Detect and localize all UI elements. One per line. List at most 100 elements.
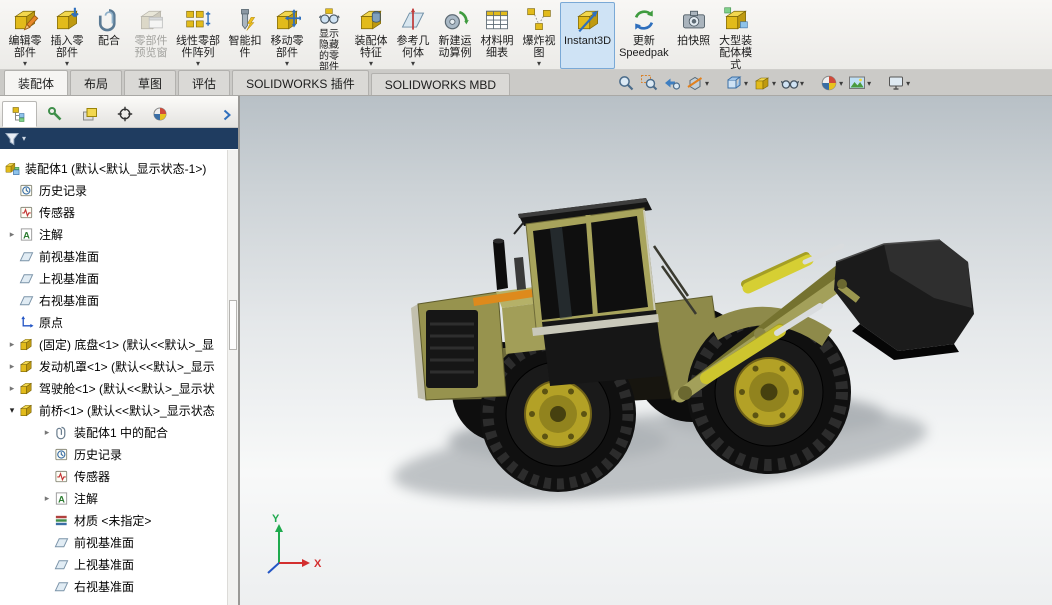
tree-item-history[interactable]: 历史记录: [0, 443, 238, 465]
sensors-icon: [54, 469, 69, 484]
tree-item-history[interactable]: 历史记录: [0, 179, 238, 201]
tab-displaymanager[interactable]: [142, 101, 177, 127]
expander-icon[interactable]: ▸: [5, 229, 19, 240]
tree-item-mates-in-assembly1[interactable]: ▸ 装配体1 中的配合: [0, 421, 238, 443]
new-motion-study-button[interactable]: 新建运 动算例: [434, 2, 476, 69]
tree-item-sensors[interactable]: 传感器: [0, 465, 238, 487]
expander-icon[interactable]: ▸: [40, 427, 54, 438]
triad-y-label: Y: [272, 513, 280, 525]
insert-components-button[interactable]: 插入零 部件 ▾: [46, 2, 88, 69]
tree-item-top-plane[interactable]: 上视基准面: [0, 553, 238, 575]
dropdown-caret-icon: ▾: [64, 59, 69, 68]
graphics-area[interactable]: Y X: [240, 96, 1052, 605]
tab-solidworks-mbd[interactable]: SOLIDWORKS MBD: [370, 73, 511, 95]
large-assembly-mode-button[interactable]: 大型装 配体模 式: [715, 2, 757, 71]
tree-item-component-front-axle[interactable]: ▾ 前桥<1> (默认<<默认>_显示状态: [0, 399, 238, 421]
history-icon: [54, 447, 69, 462]
dimxpertmanager-icon: [117, 106, 133, 122]
move-component-button[interactable]: 移动零 部件 ▾: [266, 2, 308, 69]
tree-item-material[interactable]: 材质 <未指定>: [0, 509, 238, 531]
view-settings-icon: [887, 74, 905, 92]
expander-icon[interactable]: ▸: [5, 339, 19, 350]
panel-scrollbar[interactable]: [227, 150, 238, 605]
section-view-button[interactable]: ▾: [685, 73, 710, 93]
configurationmanager-icon: [82, 106, 98, 122]
component-preview-window-button[interactable]: 零部件 预览窗: [130, 2, 172, 69]
apply-scene-button[interactable]: ▾: [847, 73, 872, 93]
hide-show-items-icon: [781, 74, 799, 92]
component-icon: [19, 337, 34, 352]
update-speedpak-button[interactable]: 更新 Speedpak: [615, 2, 673, 69]
bill-of-materials-icon: [483, 6, 511, 34]
bill-of-materials-button[interactable]: 材料明 细表: [476, 2, 518, 69]
assembly-features-button[interactable]: 装配体 特征 ▾: [350, 2, 392, 69]
tree-item-right-plane[interactable]: 右视基准面: [0, 289, 238, 311]
tree-item-front-plane[interactable]: 前视基准面: [0, 245, 238, 267]
bucket: [834, 239, 974, 360]
tree-item-assembly1[interactable]: 装配体1 (默认<默认_显示状态-1>): [0, 157, 238, 179]
tab-configurationmanager[interactable]: [72, 101, 107, 127]
mirror: [513, 221, 525, 235]
show-hidden-components-button[interactable]: 显示 隐藏 的零 部件: [308, 2, 350, 73]
tab-solidworks-addins[interactable]: SOLIDWORKS 插件: [232, 70, 369, 95]
instant3d-button[interactable]: Instant3D: [560, 2, 616, 69]
tree-filter-bar[interactable]: ▾: [0, 128, 238, 149]
reference-geometry-button[interactable]: 参考几 何体 ▾: [392, 2, 434, 69]
edit-appearance-button[interactable]: ▾: [819, 73, 844, 93]
zoom-to-area-button[interactable]: [639, 73, 659, 93]
dropdown-caret-icon: ▾: [536, 59, 541, 68]
smart-fasteners-button[interactable]: 智能扣 件: [224, 2, 266, 69]
zoom-to-fit-button[interactable]: [616, 73, 636, 93]
large-assembly-mode-icon: [722, 6, 750, 34]
tree-item-annotations[interactable]: ▸ 注解: [0, 223, 238, 245]
tab-featuremanager-tree[interactable]: [2, 101, 37, 127]
chevron-right-icon: [220, 108, 234, 122]
edit-appearance-icon: [820, 74, 838, 92]
tab-propertymanager[interactable]: [37, 101, 72, 127]
exploded-view-button[interactable]: 爆炸视 图 ▾: [518, 2, 560, 69]
expander-icon[interactable]: ▸: [5, 383, 19, 394]
expander-icon[interactable]: ▸: [40, 493, 54, 504]
tab-assembly[interactable]: 装配体: [4, 70, 69, 95]
linear-component-pattern-icon: [184, 6, 212, 34]
previous-view-button[interactable]: [662, 73, 682, 93]
take-snapshot-button[interactable]: 拍快照: [673, 2, 715, 69]
tree-item-origin[interactable]: 原点: [0, 311, 238, 333]
tree-item-component-cab[interactable]: ▸ 驾驶舱<1> (默认<<默认>_显示状: [0, 377, 238, 399]
exhaust-pipe: [493, 240, 508, 290]
smart-fasteners-icon: [231, 6, 259, 34]
tab-evaluate[interactable]: 评估: [178, 70, 231, 95]
tab-sketch[interactable]: 草图: [124, 70, 177, 95]
mates-icon: [54, 425, 69, 440]
display-style-button[interactable]: ▾: [752, 73, 777, 93]
tree-item-sensors[interactable]: 传感器: [0, 201, 238, 223]
featuremanager-panel: ▾ 装配体1 (默认<默认_显示状态-1>) 历史记录 传感器 ▸ 注解 前视基…: [0, 96, 238, 605]
plane-icon: [19, 293, 34, 308]
mate-button[interactable]: 配合: [88, 2, 130, 69]
linear-component-pattern-button[interactable]: 线性零部 件阵列 ▾: [172, 2, 224, 69]
tree-item-annotations[interactable]: ▸ 注解: [0, 487, 238, 509]
tree-item-right-plane[interactable]: 右视基准面: [0, 575, 238, 597]
panel-scrollbar-thumb[interactable]: [229, 300, 237, 351]
tree-item-front-plane[interactable]: 前视基准面: [0, 531, 238, 553]
command-manager-toolbar: 编辑零 部件 ▾ 插入零 部件 ▾ 配合 零部件 预览窗 线性零部 件阵列 ▾ …: [0, 0, 1052, 73]
annotations-icon: [19, 227, 34, 242]
expander-icon[interactable]: ▾: [5, 405, 19, 416]
dropdown-caret-icon: ▾: [22, 134, 27, 143]
hide-show-items-button[interactable]: ▾: [780, 73, 805, 93]
tree-item-component-chassis[interactable]: ▸ (固定) 底盘<1> (默认<<默认>_显: [0, 333, 238, 355]
dropdown-caret-icon: ▾: [22, 59, 27, 68]
edit-component-button[interactable]: 编辑零 部件 ▾: [4, 2, 46, 69]
air-intake: [514, 257, 526, 290]
filter-funnel-icon: [5, 132, 19, 146]
panel-collapse-button[interactable]: [218, 103, 236, 127]
expander-icon[interactable]: ▸: [5, 361, 19, 372]
view-orientation-button[interactable]: ▾: [724, 73, 749, 93]
tab-dimxpertmanager[interactable]: [107, 101, 142, 127]
tab-layout[interactable]: 布局: [70, 70, 123, 95]
dropdown-caret-icon: ▾: [839, 78, 844, 88]
move-component-icon: [273, 6, 301, 34]
view-settings-button[interactable]: ▾: [886, 73, 911, 93]
tree-item-component-engine-hood[interactable]: ▸ 发动机罩<1> (默认<<默认>_显示: [0, 355, 238, 377]
tree-item-top-plane[interactable]: 上视基准面: [0, 267, 238, 289]
